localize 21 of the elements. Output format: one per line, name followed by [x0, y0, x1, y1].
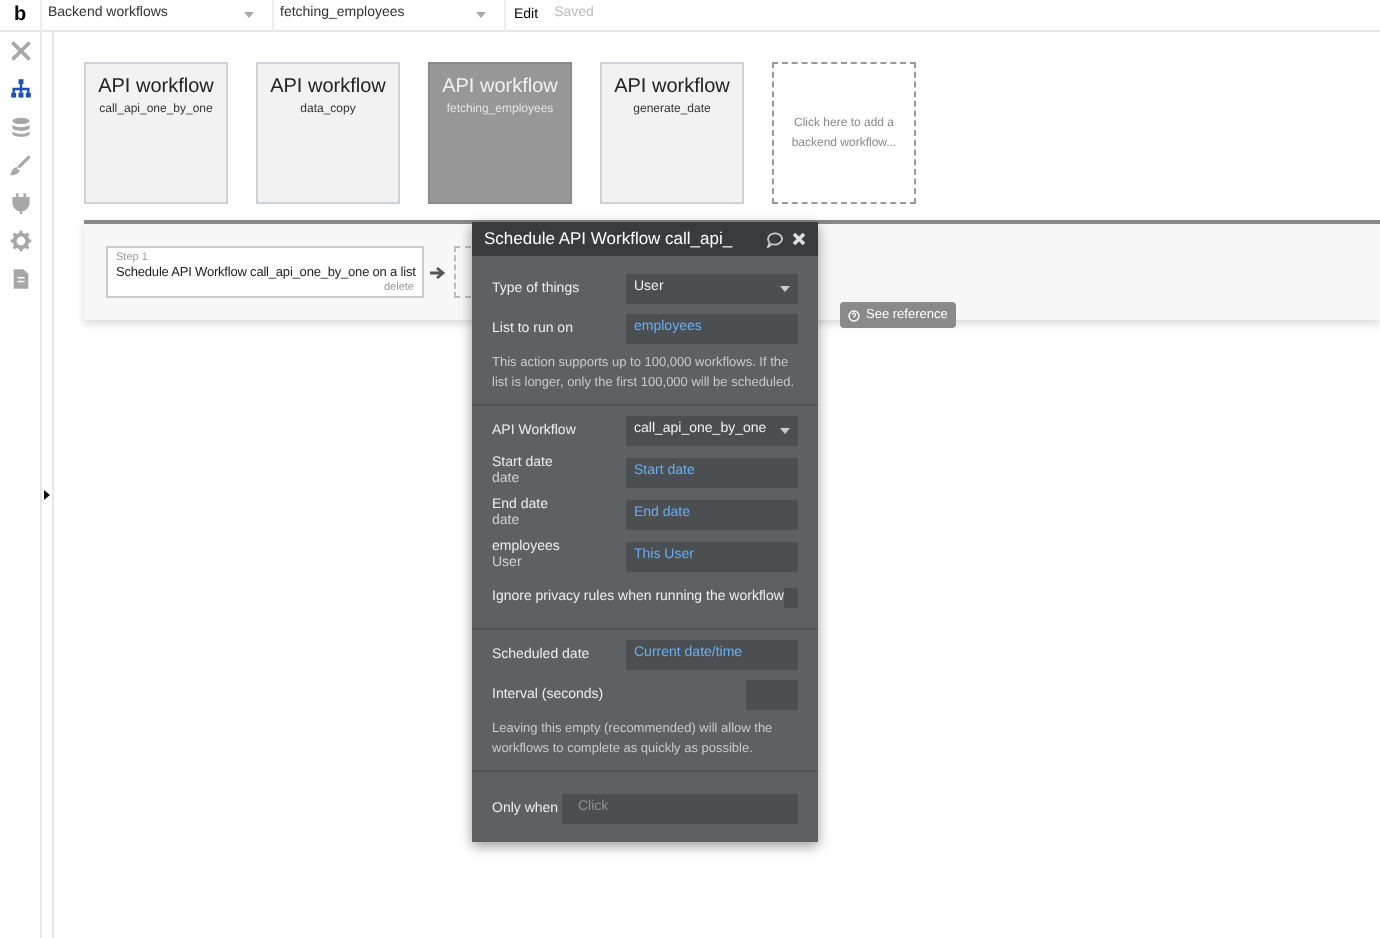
document-icon[interactable]: [9, 268, 31, 290]
caret-icon: [780, 286, 790, 292]
brush-icon[interactable]: [9, 154, 31, 176]
workflow-type: API workflow: [442, 76, 558, 100]
comment-icon[interactable]: [766, 231, 784, 247]
logo[interactable]: b: [0, 0, 40, 30]
arrow-right-icon: [430, 265, 446, 279]
workflow-type: API workflow: [270, 76, 386, 100]
popup-title: Schedule API Workflow call_api_: [484, 226, 735, 252]
database-icon[interactable]: [9, 116, 31, 138]
hierarchy-icon[interactable]: [9, 78, 31, 100]
caret-icon: [780, 428, 790, 434]
help-icon: [848, 309, 860, 321]
caret-icon: [476, 12, 486, 18]
caret-icon: [244, 12, 254, 18]
close-icon[interactable]: [792, 232, 806, 246]
workflow-type: API workflow: [614, 76, 730, 100]
expand-arrow-icon[interactable]: [44, 490, 50, 500]
plug-icon[interactable]: [9, 192, 31, 214]
gear-icon[interactable]: [9, 230, 31, 252]
workflow-type: API workflow: [98, 76, 214, 100]
